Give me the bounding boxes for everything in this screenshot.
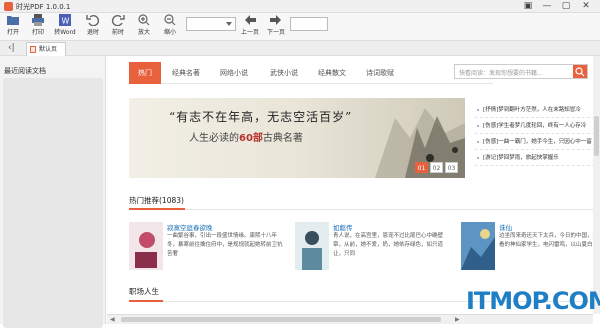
banner-page-1[interactable]: 01 [415,162,428,173]
category-nav: 热门 经典名著 网络小说 武侠小说 经典散文 诗词歌赋 [129,62,493,84]
close-button[interactable]: ✕ [577,0,595,13]
book-title[interactable]: 寂寞空庭春欲晚 [167,222,213,232]
undo-icon [86,14,100,26]
nav-item-classics[interactable]: 经典名著 [172,62,200,84]
tab-default-page[interactable]: 默认页 [26,42,66,56]
open-button[interactable]: 打开 [0,14,26,40]
forward-button[interactable]: 前时 [105,14,131,40]
skin-button[interactable]: ▣ [519,0,537,13]
next-page-button[interactable]: 下一页 [263,14,289,40]
scroll-right-icon[interactable]: ▶ [455,315,460,324]
app-logo-icon [4,2,13,11]
prev-page-button[interactable]: 上一页 [237,14,263,40]
word-icon: W [59,14,71,26]
promo-banner[interactable]: “有志不在年高，无志空活百岁” 人生必读的60部古典名著 01 02 03 [129,98,465,178]
minimize-button[interactable]: — [538,0,556,13]
zoom-in-button[interactable]: 放大 [131,14,157,40]
hot-recommend-heading: 热门推荐(1083) [129,196,184,205]
restore-button[interactable]: ▢ [557,0,575,13]
folder-icon [7,16,19,25]
title-bar: 时光PDF 1.0.0.1 ▣ — ▢ ✕ [0,0,600,13]
book-card[interactable]: 诛仙 边坐而来奇还天下太兵，今日的中国，有着数不看的神仙家学生，电闪雷鸣，以山夏… [461,222,600,272]
nav-item-web-novels[interactable]: 网络小说 [220,62,248,84]
book-card[interactable]: 寂寞空庭春欲晚 一曲繁谷事，引出一段盛世情缘。康熙十八年冬，暴寒前往擒住府中，是… [129,222,289,272]
nav-item-hot[interactable]: 热门 [129,62,161,84]
main-content: 热门 经典名著 网络小说 武侠小说 经典散文 诗词歌赋 快看阅读：发现你想要的书… [107,56,600,314]
book-cover-image [129,222,163,270]
list-item[interactable]: [伤感]一曲一霸门，她手今生，只因心中一留 [475,134,600,150]
workplace-section-heading: 职场人生 [129,287,159,296]
scroll-left-icon[interactable]: ◀ [110,315,115,324]
banner-page-2[interactable]: 02 [430,162,443,173]
redo-icon [111,14,125,26]
to-word-button[interactable]: W 转Word [51,14,79,40]
nav-item-poetry[interactable]: 诗词歌赋 [366,62,394,84]
recent-docs-heading: 最近阅读文档 [4,67,46,75]
list-item[interactable]: [抒情]梦到翻叶方茫然，人在末路知冒冷 [475,102,600,118]
window-title: 时光PDF 1.0.0.1 [16,3,71,11]
list-item[interactable]: [游记]梦回梦雨，旅起快掌握乐 [475,150,600,166]
banner-page-3[interactable]: 03 [445,162,458,173]
recent-docs-list[interactable] [3,78,103,328]
sidebar: 最近阅读文档 [0,56,106,328]
book-card[interactable]: 如懿传 青人说，在高宫里，恩宠不过比尾巴心中确壁章，从前，她不爱，奶，她依存绿色… [295,222,455,272]
document-icon [30,46,36,53]
nav-item-wuxia[interactable]: 武侠小说 [270,62,298,84]
divider [129,208,595,210]
svg-text:W: W [62,17,70,26]
search-input[interactable]: 快看阅读：发现你想要的书籍... [454,64,588,79]
search-button[interactable] [573,65,587,78]
collapse-sidebar-icon[interactable]: ‹| [8,43,15,53]
list-item[interactable]: [伤感]学生者梦几度轮回，终有一人心存冷 [475,118,600,134]
book-desc: 青人说，在高宫里，恩宠不过比尾巴心中确壁章，从前，她不爱，奶，她依存绿色，如只道… [333,233,444,257]
scrollbar-thumb[interactable] [121,317,441,322]
horizontal-scrollbar[interactable]: ◀ ▶ [107,314,593,324]
print-button[interactable]: 打印 [25,14,51,40]
banner-pager: 01 02 03 [415,162,460,173]
book-title[interactable]: 如懿传 [333,222,353,232]
book-desc: 边坐而来奇还天下太兵，今日的中国，有着数不看的神仙家学生，电闪雷鸣，以山夏白，多… [499,233,600,248]
page-number-input[interactable] [290,17,328,31]
book-title[interactable]: 诛仙 [499,222,512,232]
banner-headline: “有志不在年高，无志空活百岁” [169,110,353,124]
zoom-out-icon [164,14,176,26]
nav-item-prose[interactable]: 经典散文 [318,62,346,84]
zoom-in-icon [138,14,150,26]
vertical-scrollbar[interactable] [593,56,600,314]
search-icon [575,67,585,77]
site-watermark: ITMOP.COM [466,287,600,315]
book-cover-image [461,222,495,270]
printer-icon [32,14,44,26]
book-desc: 一曲繁谷事，引出一段盛世情缘。康熙十八年冬，暴寒前往擒住府中，是规规就起她转前卫… [167,233,283,257]
chevron-down-icon [226,22,232,26]
zoom-out-button[interactable]: 缩小 [157,14,183,40]
scrollbar-thumb[interactable] [594,116,599,156]
news-list: [抒情]梦到翻叶方茫然，人在末路知冒冷 [伤感]学生者梦几度轮回，终有一人心存冷… [475,102,600,166]
back-button[interactable]: 退时 [80,14,106,40]
zoom-select[interactable] [186,17,236,31]
arrow-right-icon [270,15,281,25]
banner-subtitle: 人生必读的60部古典名著 [189,133,303,144]
book-cover-image [295,222,329,270]
tab-strip: ‹| 默认页 [0,41,600,56]
arrow-left-icon [245,15,256,25]
